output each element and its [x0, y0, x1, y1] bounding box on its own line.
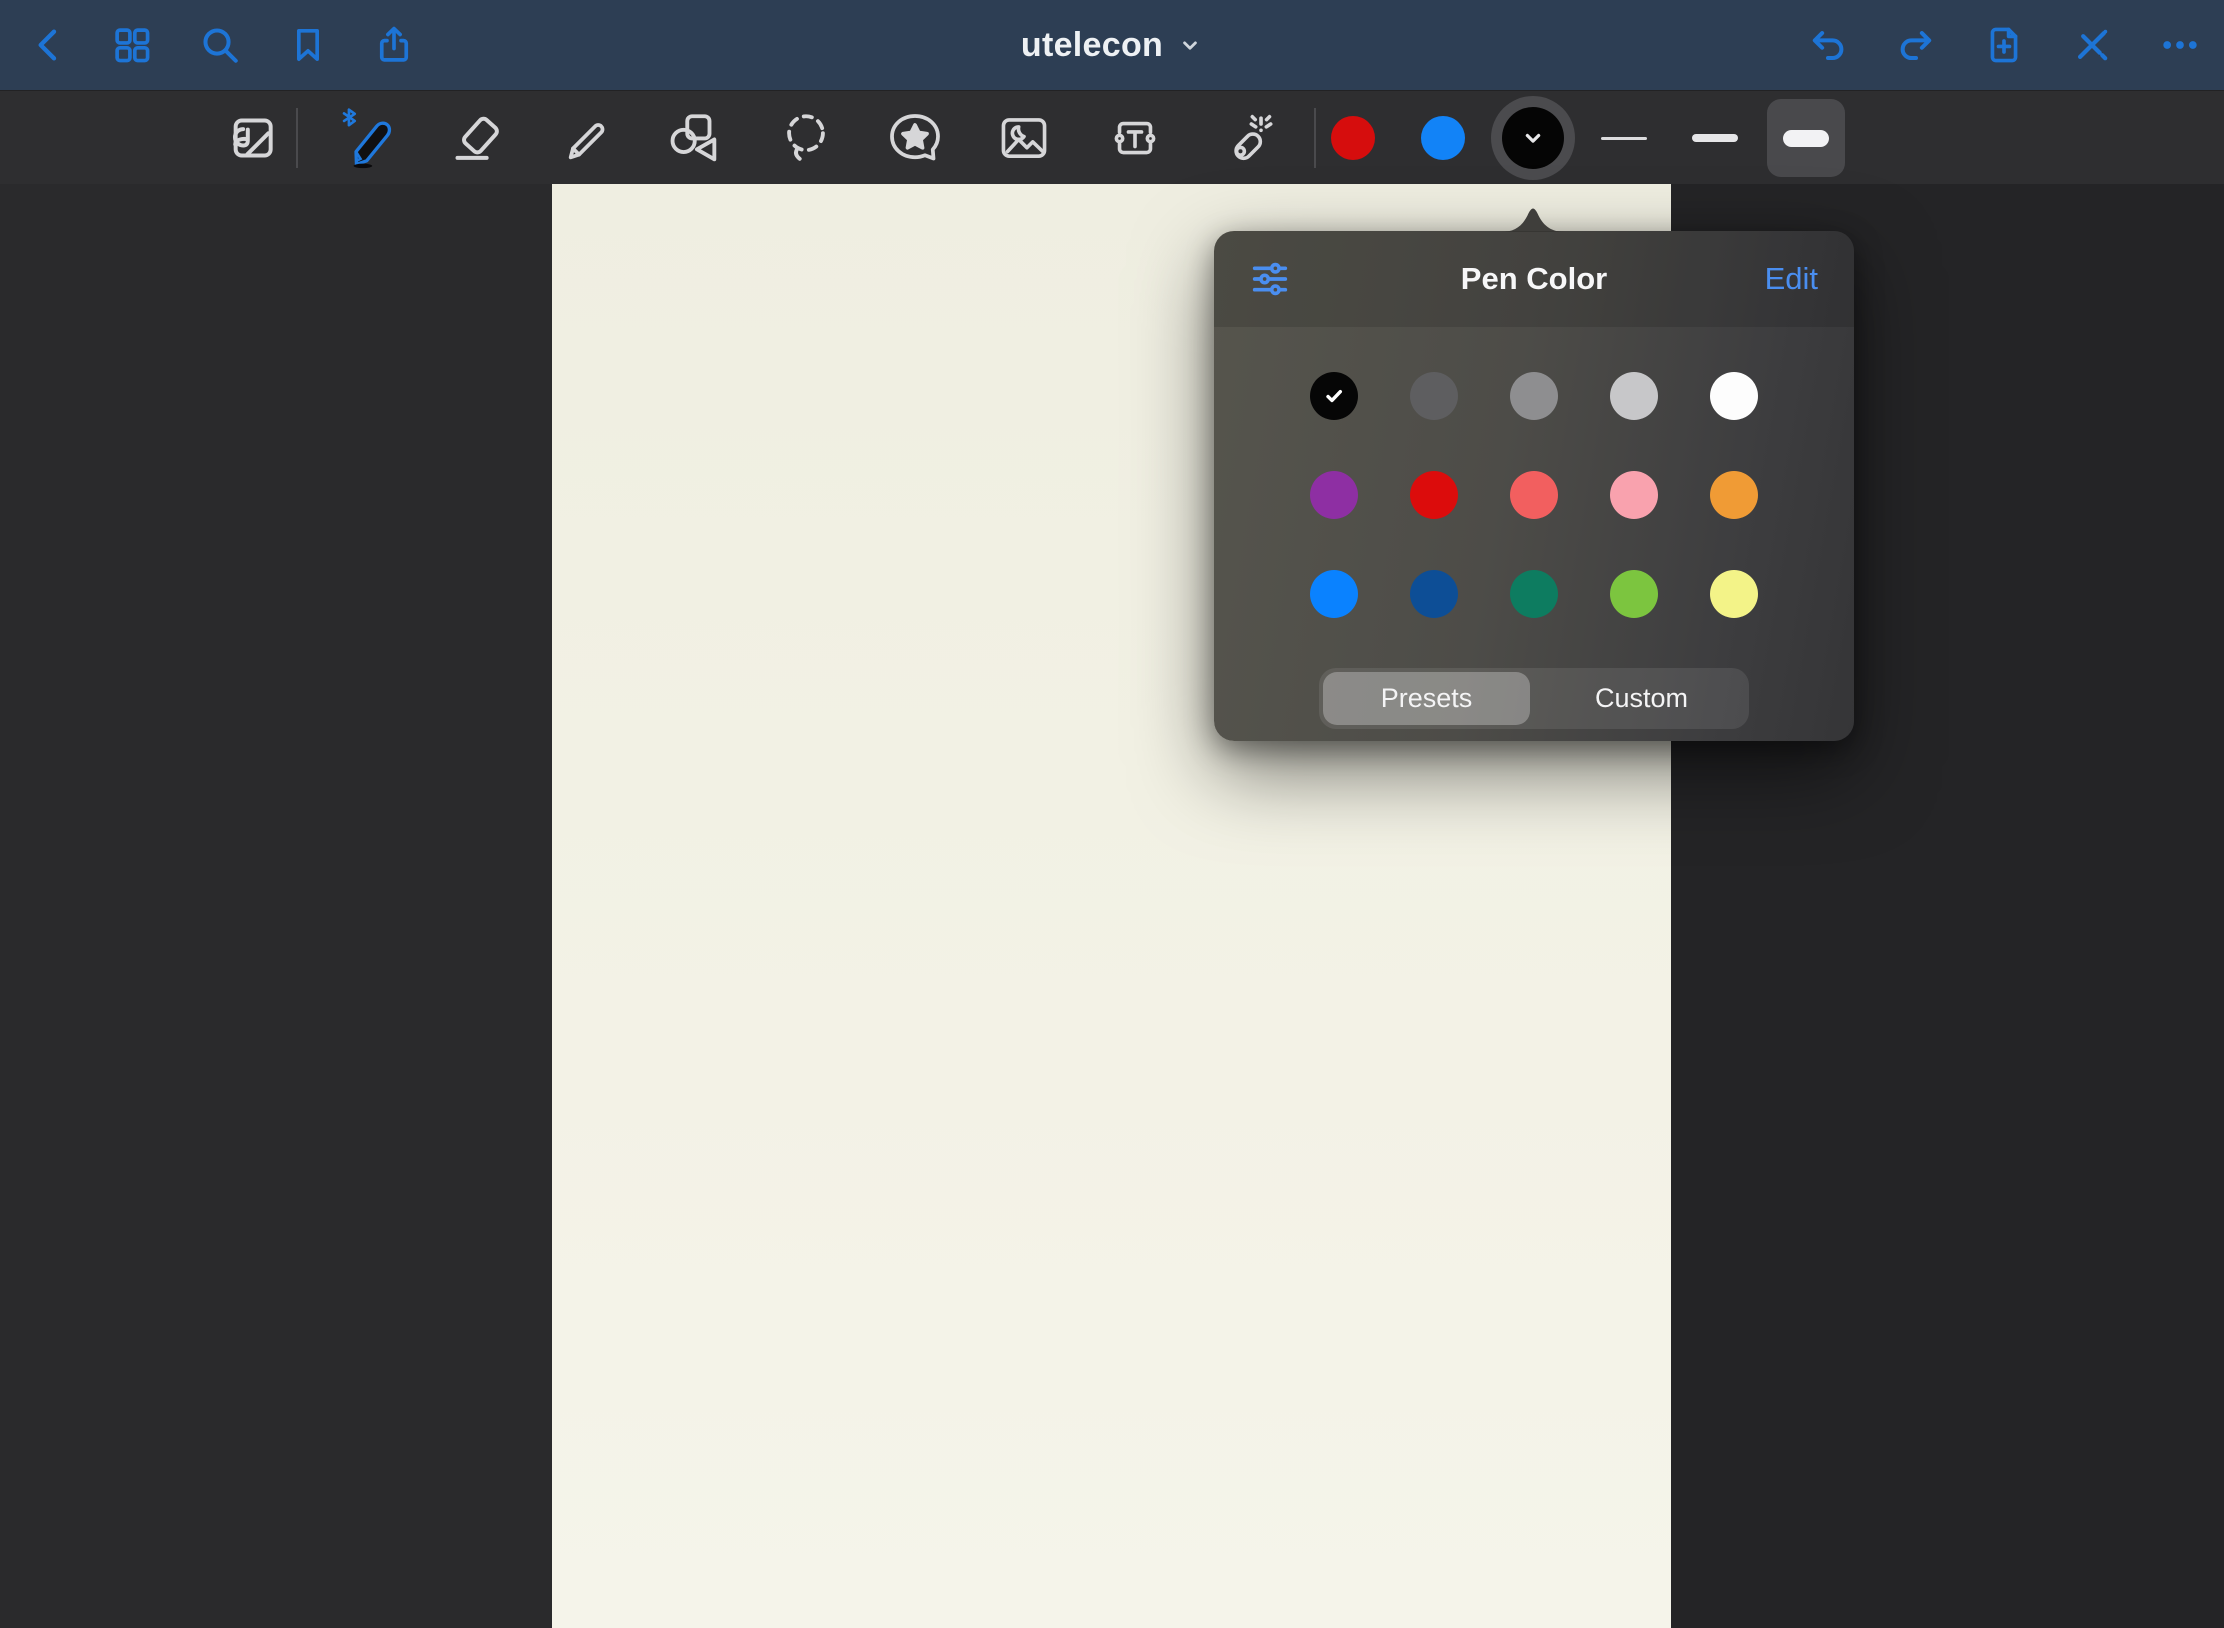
thin-stroke-bar: [1601, 137, 1647, 140]
stop-editing-button[interactable]: [2064, 0, 2120, 90]
tab-presets[interactable]: Presets: [1323, 672, 1530, 725]
tool-page-aside[interactable]: [212, 98, 292, 178]
thickness-thick-button[interactable]: [1767, 99, 1845, 177]
redo-icon: [1894, 23, 1938, 67]
pen-color-black-selected[interactable]: [1491, 96, 1575, 180]
top-navigation-bar: utelecon: [0, 0, 2224, 90]
swatch-light-gray[interactable]: [1610, 372, 1658, 420]
more-options-button[interactable]: [2152, 0, 2208, 90]
crossed-pen-icon: [2070, 23, 2114, 67]
pen-color-popover: Pen Color Edit Presets Custom: [1214, 231, 1854, 741]
swatch-teal[interactable]: [1510, 570, 1558, 618]
shapes-icon: [666, 109, 724, 167]
swatch-blue[interactable]: [1310, 570, 1358, 618]
toolbar-divider: [296, 108, 298, 168]
add-page-icon: [1982, 23, 2026, 67]
thickness-medium-button[interactable]: [1676, 99, 1754, 177]
tool-highlighter[interactable]: [547, 98, 627, 178]
checkmark-icon: [1321, 383, 1347, 409]
undo-button[interactable]: [1800, 0, 1856, 90]
thickness-thin-button[interactable]: [1585, 99, 1663, 177]
swatch-black[interactable]: [1310, 372, 1358, 420]
tool-stickers[interactable]: [875, 98, 955, 178]
document-title-label: utelecon: [1021, 26, 1163, 65]
chevron-down-icon: [1177, 32, 1203, 58]
image-icon: [995, 109, 1053, 167]
pen-color-red[interactable]: [1331, 116, 1375, 160]
tools-toolbar: [0, 90, 2224, 184]
pen-icon: [333, 107, 395, 169]
presets-custom-segmented-control: Presets Custom: [1319, 668, 1749, 729]
stickers-icon: [885, 108, 945, 168]
workspace-background-left: [0, 184, 552, 1628]
toolbar-divider: [1314, 108, 1316, 168]
pen-color-blue[interactable]: [1421, 116, 1465, 160]
swatch-dark-gray[interactable]: [1410, 372, 1458, 420]
lasso-icon: [777, 109, 835, 167]
swatch-red[interactable]: [1410, 471, 1458, 519]
swatch-yellow[interactable]: [1710, 570, 1758, 618]
edit-colors-button[interactable]: Edit: [1765, 231, 1818, 327]
tool-shapes[interactable]: [655, 98, 735, 178]
swatch-green[interactable]: [1610, 570, 1658, 618]
popover-arrow: [1501, 203, 1565, 232]
swatch-purple[interactable]: [1310, 471, 1358, 519]
page-aside-icon: [224, 110, 280, 166]
thick-stroke-bar: [1783, 130, 1829, 147]
swatch-pink[interactable]: [1610, 471, 1658, 519]
laser-pointer-icon: [1218, 109, 1276, 167]
eraser-icon: [447, 110, 503, 166]
swatch-coral[interactable]: [1510, 471, 1558, 519]
pen-color-black-circle: [1502, 107, 1564, 169]
undo-icon: [1806, 23, 1850, 67]
highlighter-icon: [559, 110, 615, 166]
tool-laser-pointer[interactable]: [1207, 98, 1287, 178]
ellipsis-icon: [2158, 23, 2202, 67]
tool-text[interactable]: [1095, 98, 1175, 178]
swatch-gray[interactable]: [1510, 372, 1558, 420]
tab-custom[interactable]: Custom: [1538, 672, 1745, 725]
tool-eraser[interactable]: [435, 98, 515, 178]
add-page-button[interactable]: [1976, 0, 2032, 90]
text-icon: [1106, 109, 1164, 167]
redo-button[interactable]: [1888, 0, 1944, 90]
swatch-orange[interactable]: [1710, 471, 1758, 519]
tool-pen[interactable]: [324, 98, 404, 178]
swatch-navy[interactable]: [1410, 570, 1458, 618]
tool-image[interactable]: [984, 98, 1064, 178]
medium-stroke-bar: [1692, 134, 1738, 142]
popover-title: Pen Color: [1214, 231, 1854, 327]
chevron-down-icon: [1518, 123, 1548, 153]
tool-lasso[interactable]: [766, 98, 846, 178]
swatch-white[interactable]: [1710, 372, 1758, 420]
